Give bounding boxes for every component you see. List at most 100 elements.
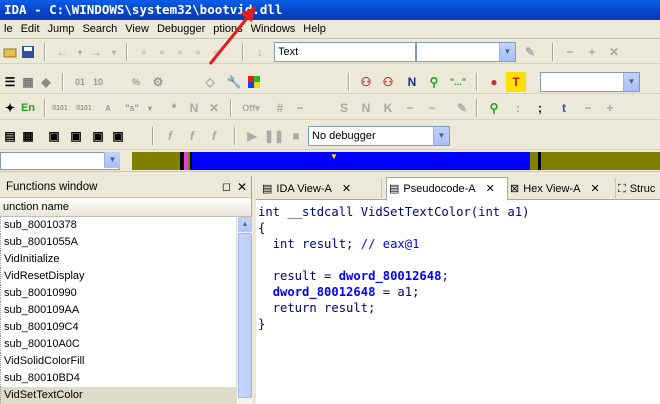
tab-hex-view-a[interactable]: ⊠ Hex View-A ✕ xyxy=(508,178,616,200)
unhide-icon[interactable]: + xyxy=(600,98,620,118)
pause-icon[interactable]: ❚❚ xyxy=(264,126,284,146)
window-icon[interactable]: ▣ xyxy=(108,126,128,146)
menu-file[interactable]: le xyxy=(0,20,17,39)
data-icon[interactable]: 0101 xyxy=(74,98,94,118)
tool-icon[interactable]: ▫ xyxy=(134,42,154,62)
dropdown-icon[interactable]: ▾ xyxy=(140,98,160,118)
menu-jump[interactable]: Jump xyxy=(44,20,79,39)
close-icon[interactable]: ✕ xyxy=(590,179,599,199)
window-icon[interactable]: ▣ xyxy=(44,126,64,146)
toolbar-combo[interactable]: ▼ xyxy=(540,72,640,92)
pen-icon[interactable]: ✎ xyxy=(520,42,540,62)
menu-debugger[interactable]: Debugger xyxy=(153,20,209,39)
flow-icon[interactable]: ⚇ xyxy=(378,72,398,92)
tool-icon[interactable]: ▫ xyxy=(170,42,190,62)
menu-search[interactable]: Search xyxy=(78,20,121,39)
list-item[interactable]: sub_80010BD4 xyxy=(0,370,251,387)
k-icon[interactable]: K xyxy=(378,98,398,118)
minus-icon[interactable]: − xyxy=(400,98,420,118)
segment-icon[interactable]: S xyxy=(334,98,354,118)
grid-icon[interactable]: ▦ xyxy=(18,72,38,92)
semicolon-icon[interactable]: ; xyxy=(530,98,550,118)
undefine-icon[interactable]: ✕ xyxy=(204,98,224,118)
window-icon[interactable]: ▣ xyxy=(66,126,86,146)
ascii-icon[interactable]: A xyxy=(98,98,118,118)
list-item[interactable]: VidResetDisplay xyxy=(0,268,251,285)
chevron-down-icon[interactable]: ▼ xyxy=(433,127,449,145)
close-icon[interactable]: ✕ xyxy=(342,179,351,199)
function-icon[interactable]: f xyxy=(160,126,180,146)
offset-icon[interactable]: Off▾ xyxy=(238,98,264,118)
close-icon[interactable]: ✕ xyxy=(237,176,247,198)
array-icon[interactable]: * xyxy=(164,98,184,118)
tab-pseudocode-a[interactable]: ▤ Pseudocode-A ✕ xyxy=(386,177,508,201)
menu-edit[interactable]: Edit xyxy=(17,20,44,39)
open-icon[interactable] xyxy=(0,42,20,62)
breakpoint-icon[interactable]: ● xyxy=(484,72,504,92)
navigation-bar[interactable]: ▼ xyxy=(132,152,660,170)
restore-icon[interactable]: ◻ xyxy=(222,176,231,198)
type-icon[interactable]: T xyxy=(506,72,526,92)
wrench-icon[interactable]: 🔧 xyxy=(224,72,244,92)
scroll-up-icon[interactable]: ▲ xyxy=(238,217,252,232)
menu-windows[interactable]: Windows xyxy=(247,20,300,39)
tool-icon[interactable]: ▫ xyxy=(188,42,208,62)
function-edit-icon[interactable]: f xyxy=(182,126,202,146)
forward-dropdown-icon[interactable]: ▾ xyxy=(104,42,124,62)
close-icon[interactable]: ✕ xyxy=(486,179,495,199)
list-icon[interactable]: ▤ xyxy=(0,126,20,146)
name-icon[interactable]: N xyxy=(184,98,204,118)
pseudocode-view[interactable]: int __stdcall VidSetTextColor(int a1) { i… xyxy=(258,204,530,332)
minus-icon[interactable]: − xyxy=(290,98,310,118)
down-arrow-icon[interactable]: ↓ xyxy=(250,42,270,62)
en-label[interactable]: En xyxy=(18,98,38,118)
t-icon[interactable]: t xyxy=(554,98,574,118)
list-item[interactable]: sub_800109AA xyxy=(0,302,251,319)
string-icon[interactable]: "s" xyxy=(122,98,142,118)
menu-options[interactable]: ptions xyxy=(209,20,246,39)
tool-icon[interactable]: ▫ xyxy=(206,42,226,62)
gear-icon[interactable]: ⚙ xyxy=(148,72,168,92)
segment-type-combo[interactable]: Text xyxy=(274,42,416,62)
scroll-thumb[interactable] xyxy=(238,233,252,398)
graph-icon[interactable]: ⚇ xyxy=(356,72,376,92)
pen-icon[interactable]: ✎ xyxy=(452,98,472,118)
cursor-icon[interactable]: ✦ xyxy=(0,98,20,118)
list-item[interactable]: sub_80010378 xyxy=(0,217,251,234)
hash-icon[interactable]: # xyxy=(270,98,290,118)
forward-icon[interactable]: → xyxy=(86,42,106,62)
close-x-icon[interactable]: ✕ xyxy=(604,42,624,62)
list-item[interactable]: sub_80010A0C xyxy=(0,336,251,353)
binary-icon[interactable]: 10 xyxy=(88,72,108,92)
list-item[interactable]: VidInitialize xyxy=(0,251,251,268)
hint-icon[interactable]: ⚲ xyxy=(484,98,504,118)
debugger-combo[interactable]: No debugger ▼ xyxy=(308,126,450,146)
list-item[interactable]: sub_8001055A xyxy=(0,234,251,251)
list-item[interactable]: VidSolidColorFill xyxy=(0,353,251,370)
menu-help[interactable]: Help xyxy=(299,20,330,39)
play-icon[interactable]: ▶ xyxy=(242,126,262,146)
plus-icon[interactable]: + xyxy=(582,42,602,62)
tilde-icon[interactable]: ~ xyxy=(422,98,442,118)
binary-icon[interactable]: 01 xyxy=(70,72,90,92)
color-palette-icon[interactable] xyxy=(244,72,264,92)
struct-icon[interactable]: N xyxy=(356,98,376,118)
nav-combo[interactable]: ▼ xyxy=(0,152,120,170)
window-icon[interactable]: ▣ xyxy=(88,126,108,146)
hide-icon[interactable]: − xyxy=(578,98,598,118)
code-icon[interactable]: 0101 xyxy=(50,98,70,118)
tab-ida-view-a[interactable]: ▤ IDA View-A ✕ xyxy=(260,178,382,200)
save-icon[interactable] xyxy=(18,42,38,62)
list-icon[interactable]: ☰ xyxy=(0,72,20,92)
list-item[interactable]: sub_80010990 xyxy=(0,285,251,302)
stop-icon[interactable]: ■ xyxy=(286,126,306,146)
diamond-icon[interactable]: ◆ xyxy=(36,72,56,92)
list-item-selected[interactable]: VidSetTextColor xyxy=(0,387,251,404)
menu-view[interactable]: View xyxy=(121,20,153,39)
tree-icon[interactable]: ⚲ xyxy=(424,72,444,92)
chevron-down-icon[interactable]: ▼ xyxy=(499,43,515,61)
tab-structures[interactable]: ⛶ Struc xyxy=(616,178,660,200)
vertical-scrollbar[interactable]: ▲ xyxy=(236,217,252,404)
function-name-column-header[interactable]: unction name xyxy=(0,198,251,217)
tool-icon[interactable]: ▫ xyxy=(152,42,172,62)
